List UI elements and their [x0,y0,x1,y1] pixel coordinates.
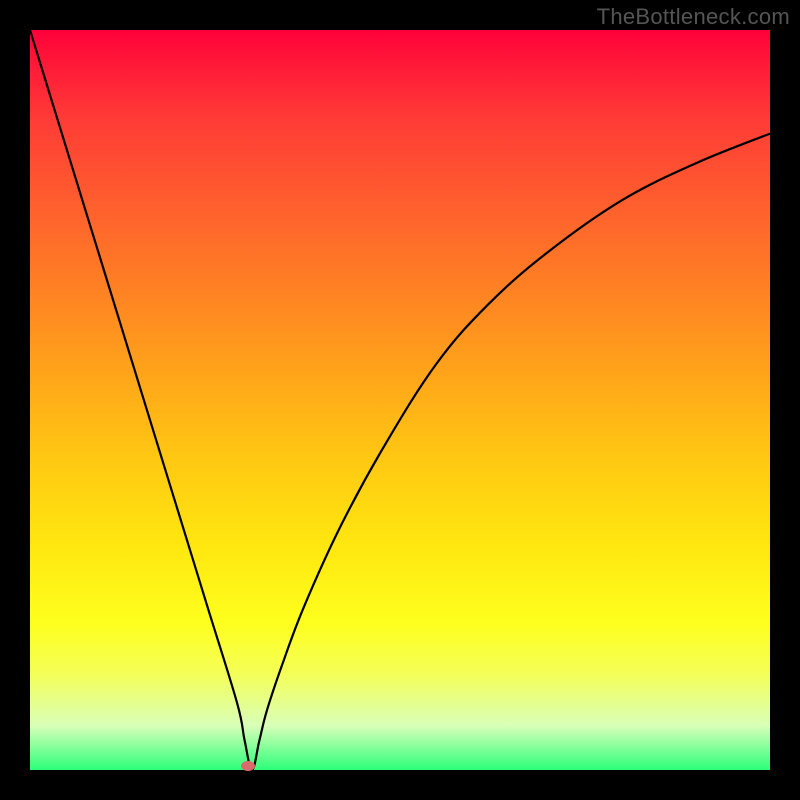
watermark-text: TheBottleneck.com [597,4,790,30]
chart-frame: TheBottleneck.com [0,0,800,800]
bottleneck-curve [30,30,770,770]
plot-area [30,30,770,770]
minimum-marker [241,761,255,771]
curve-svg [30,30,770,770]
